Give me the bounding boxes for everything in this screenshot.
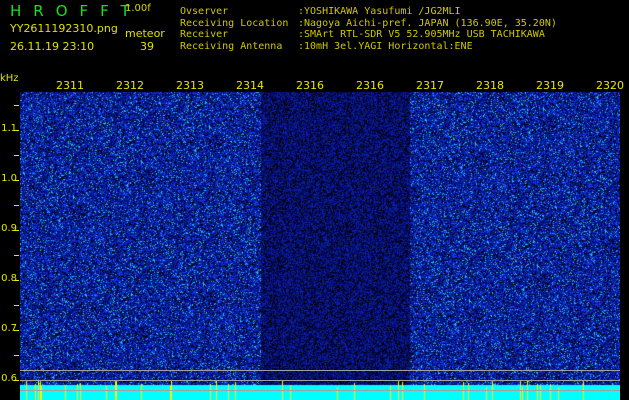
time-label: 2314 bbox=[235, 79, 265, 92]
info-value: :SMArt RTL-SDR V5 52.905MHz USB TACHIKAW… bbox=[298, 29, 545, 40]
freq-label: 1.0 bbox=[1, 173, 17, 184]
freq-label: 0.9 bbox=[1, 223, 17, 234]
info-value: :Nagoya Aichi-pref. JAPAN (136.90E, 35.2… bbox=[298, 17, 557, 29]
freq-tick bbox=[14, 180, 19, 181]
datetime: 26.11.19 23:10 bbox=[10, 40, 95, 53]
freq-label: 0.8 bbox=[1, 273, 17, 284]
version: 1.00f bbox=[125, 3, 151, 14]
reference-line bbox=[20, 380, 620, 381]
freq-tick bbox=[14, 230, 19, 231]
time-label: 2311 bbox=[55, 79, 85, 92]
freq-tick bbox=[14, 205, 19, 206]
info-key: Receiving Location bbox=[180, 17, 289, 29]
freq-tick bbox=[14, 155, 19, 156]
info-row: Receiving Antenna :10mH 3el.YAGI Horizont… bbox=[180, 41, 557, 53]
info-row: Receiver :SMArt RTL-SDR V5 52.905MHz USB … bbox=[180, 29, 557, 41]
freq-tick bbox=[14, 305, 19, 306]
time-label: 2318 bbox=[475, 79, 505, 92]
time-label: 2319 bbox=[535, 79, 565, 92]
time-label: 2312 bbox=[115, 79, 145, 92]
freq-tick bbox=[14, 380, 19, 381]
freq-label: 1.1 bbox=[1, 123, 17, 134]
freq-tick bbox=[14, 330, 19, 331]
freq-tick bbox=[14, 280, 19, 281]
freq-tick bbox=[14, 255, 19, 256]
freq-unit: kHz bbox=[0, 73, 19, 84]
station-info: Ovserver :YOSHIKAWA Yasufumi /JG2MLI Rece… bbox=[180, 6, 557, 52]
freq-label: 0.6 bbox=[1, 373, 17, 384]
filename: YY2611192310.png bbox=[10, 22, 118, 35]
reference-line bbox=[20, 390, 620, 391]
app-title: HROFFT bbox=[10, 2, 142, 20]
spectrogram-canvas bbox=[20, 80, 620, 400]
info-row: Ovserver :YOSHIKAWA Yasufumi /JG2MLI bbox=[180, 6, 557, 18]
time-label: 2317 bbox=[415, 79, 445, 92]
info-key: Receiver bbox=[180, 29, 229, 40]
info-value: :10mH 3el.YAGI Horizontal:ENE bbox=[298, 40, 473, 52]
freq-tick bbox=[14, 130, 19, 131]
freq-label: 0.7 bbox=[1, 323, 17, 334]
time-label: 2316 bbox=[295, 79, 325, 92]
info-key: Receiving Antenna bbox=[180, 40, 283, 52]
info-value: :YOSHIKAWA Yasufumi /JG2MLI bbox=[298, 6, 461, 17]
info-row: Receiving Location :Nagoya Aichi-pref. JA… bbox=[180, 18, 557, 30]
info-key: Ovserver bbox=[180, 6, 229, 17]
meteor-count: 39 bbox=[140, 40, 154, 53]
time-label: 2316 bbox=[355, 79, 385, 92]
freq-tick bbox=[14, 105, 19, 106]
time-label: 2320 bbox=[595, 79, 625, 92]
reference-line bbox=[20, 370, 620, 371]
mode-label: meteor bbox=[125, 27, 165, 40]
time-label: 2313 bbox=[175, 79, 205, 92]
freq-tick bbox=[14, 355, 19, 356]
